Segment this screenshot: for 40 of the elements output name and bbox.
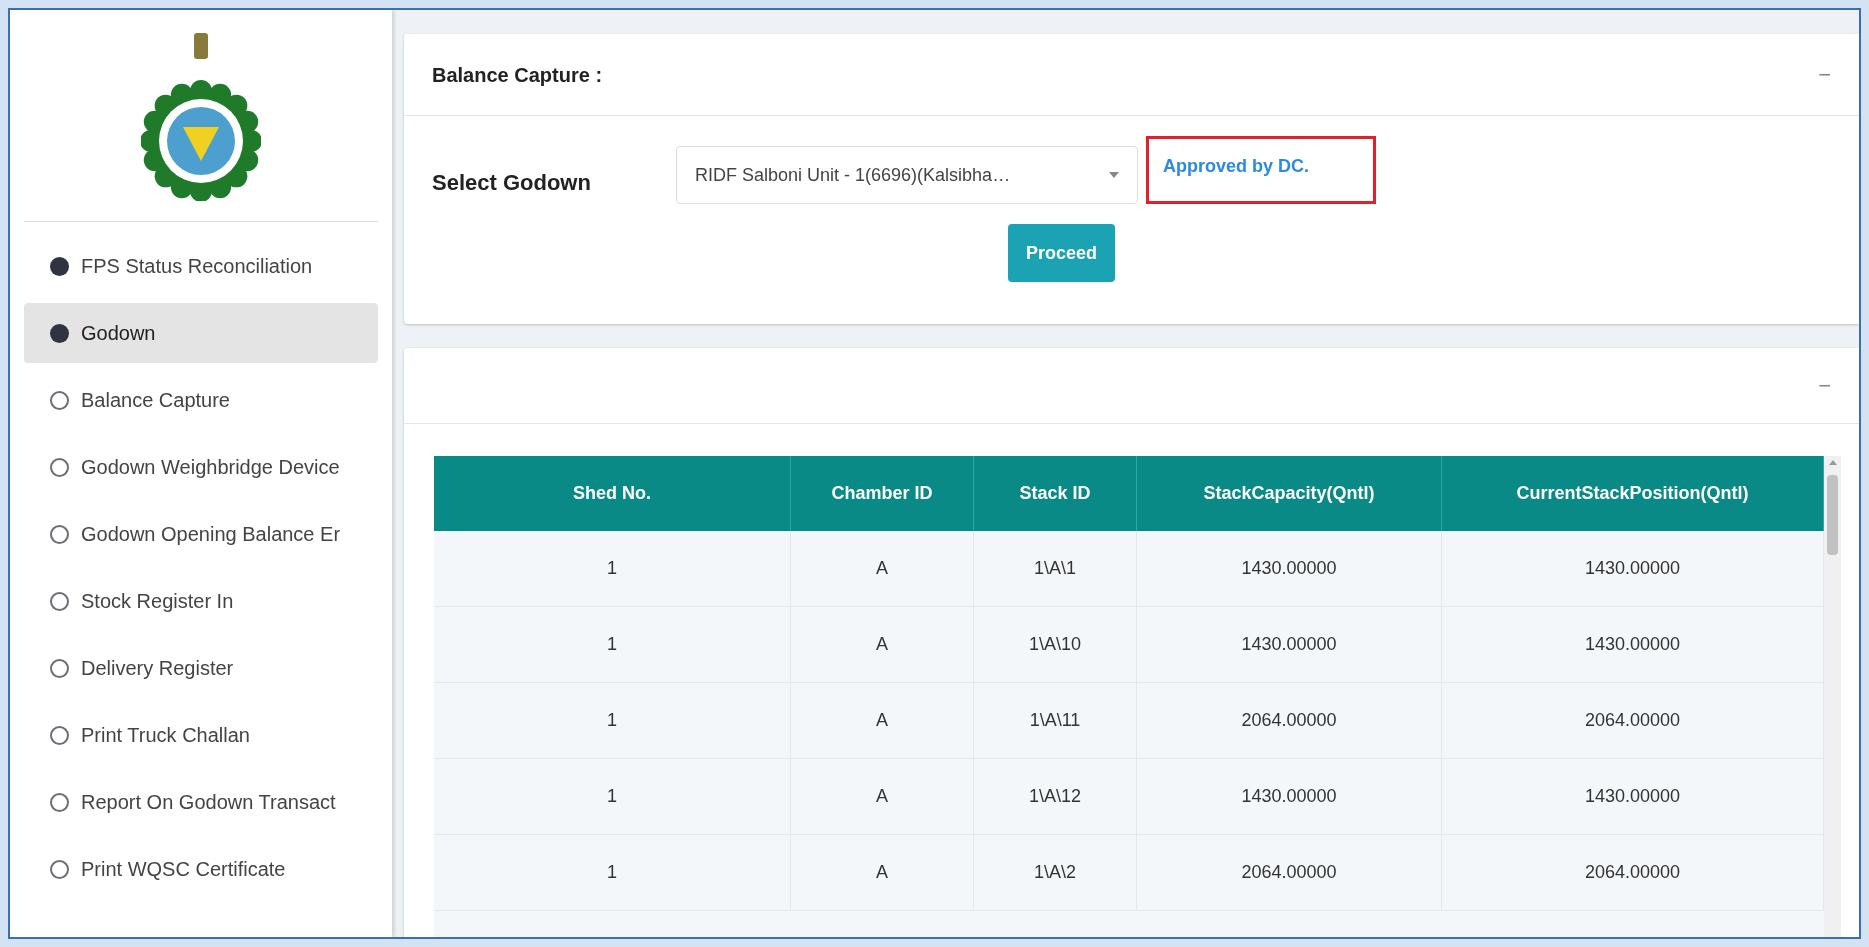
scroll-up-icon bbox=[1828, 460, 1837, 465]
table-cell: 1 bbox=[434, 531, 791, 606]
scroll-thumb[interactable] bbox=[1827, 475, 1838, 555]
table-cell: A bbox=[791, 683, 974, 758]
sidebar-item[interactable]: Delivery Register bbox=[24, 638, 378, 698]
sidebar-item[interactable]: Balance Capture bbox=[24, 370, 378, 430]
collapse-button[interactable]: − bbox=[1818, 369, 1831, 402]
dropdown-caret-icon bbox=[1109, 172, 1119, 178]
table-cell: 1 bbox=[434, 835, 791, 910]
sidebar-item[interactable]: Print Truck Challan bbox=[24, 705, 378, 765]
scrollbar[interactable] bbox=[1824, 456, 1841, 937]
table-cell: 1\A\2 bbox=[974, 835, 1137, 910]
table-cell: 2064.00000 bbox=[1137, 835, 1442, 910]
table-cell: 1430.00000 bbox=[1137, 759, 1442, 834]
field-label: Select Godown bbox=[432, 168, 592, 197]
sidebar-item[interactable]: Report On Godown Transact bbox=[24, 772, 378, 832]
table-cell: 1\A\12 bbox=[974, 759, 1137, 834]
collapse-button[interactable]: − bbox=[1818, 58, 1831, 91]
table-cell: 1 bbox=[434, 683, 791, 758]
card-title: Balance Capture : bbox=[432, 62, 603, 88]
table-cell: A bbox=[791, 531, 974, 606]
table-cell: 1\A\1 bbox=[974, 531, 1137, 606]
sidebar-item[interactable]: Stock Register In bbox=[24, 571, 378, 631]
sidebar-item[interactable]: Godown Weighbridge Device bbox=[24, 437, 378, 497]
sidebar-item[interactable]: FPS Status Reconciliation bbox=[24, 236, 378, 296]
table-cell: 2064.00000 bbox=[1137, 683, 1442, 758]
table-cell: 1430.00000 bbox=[1137, 531, 1442, 606]
sidebar-item[interactable]: Godown Opening Balance Er bbox=[24, 504, 378, 564]
table-cell: A bbox=[791, 759, 974, 834]
godown-select[interactable]: RIDF Salboni Unit - 1(6696)(Kalsibha… bbox=[676, 146, 1138, 204]
table-cell: 1\A\11 bbox=[974, 683, 1137, 758]
sidebar-item[interactable]: Godown bbox=[24, 303, 378, 363]
table-cell: 1 bbox=[434, 759, 791, 834]
sidebar-item[interactable]: Print WQSC Certificate bbox=[24, 839, 378, 899]
table-cell: 1430.00000 bbox=[1137, 607, 1442, 682]
approval-status: Approved by DC. bbox=[1146, 136, 1376, 204]
table-cell: A bbox=[791, 835, 974, 910]
table-cell: A bbox=[791, 607, 974, 682]
table-cell: 1 bbox=[434, 607, 791, 682]
table-cell: 1\A\10 bbox=[974, 607, 1137, 682]
